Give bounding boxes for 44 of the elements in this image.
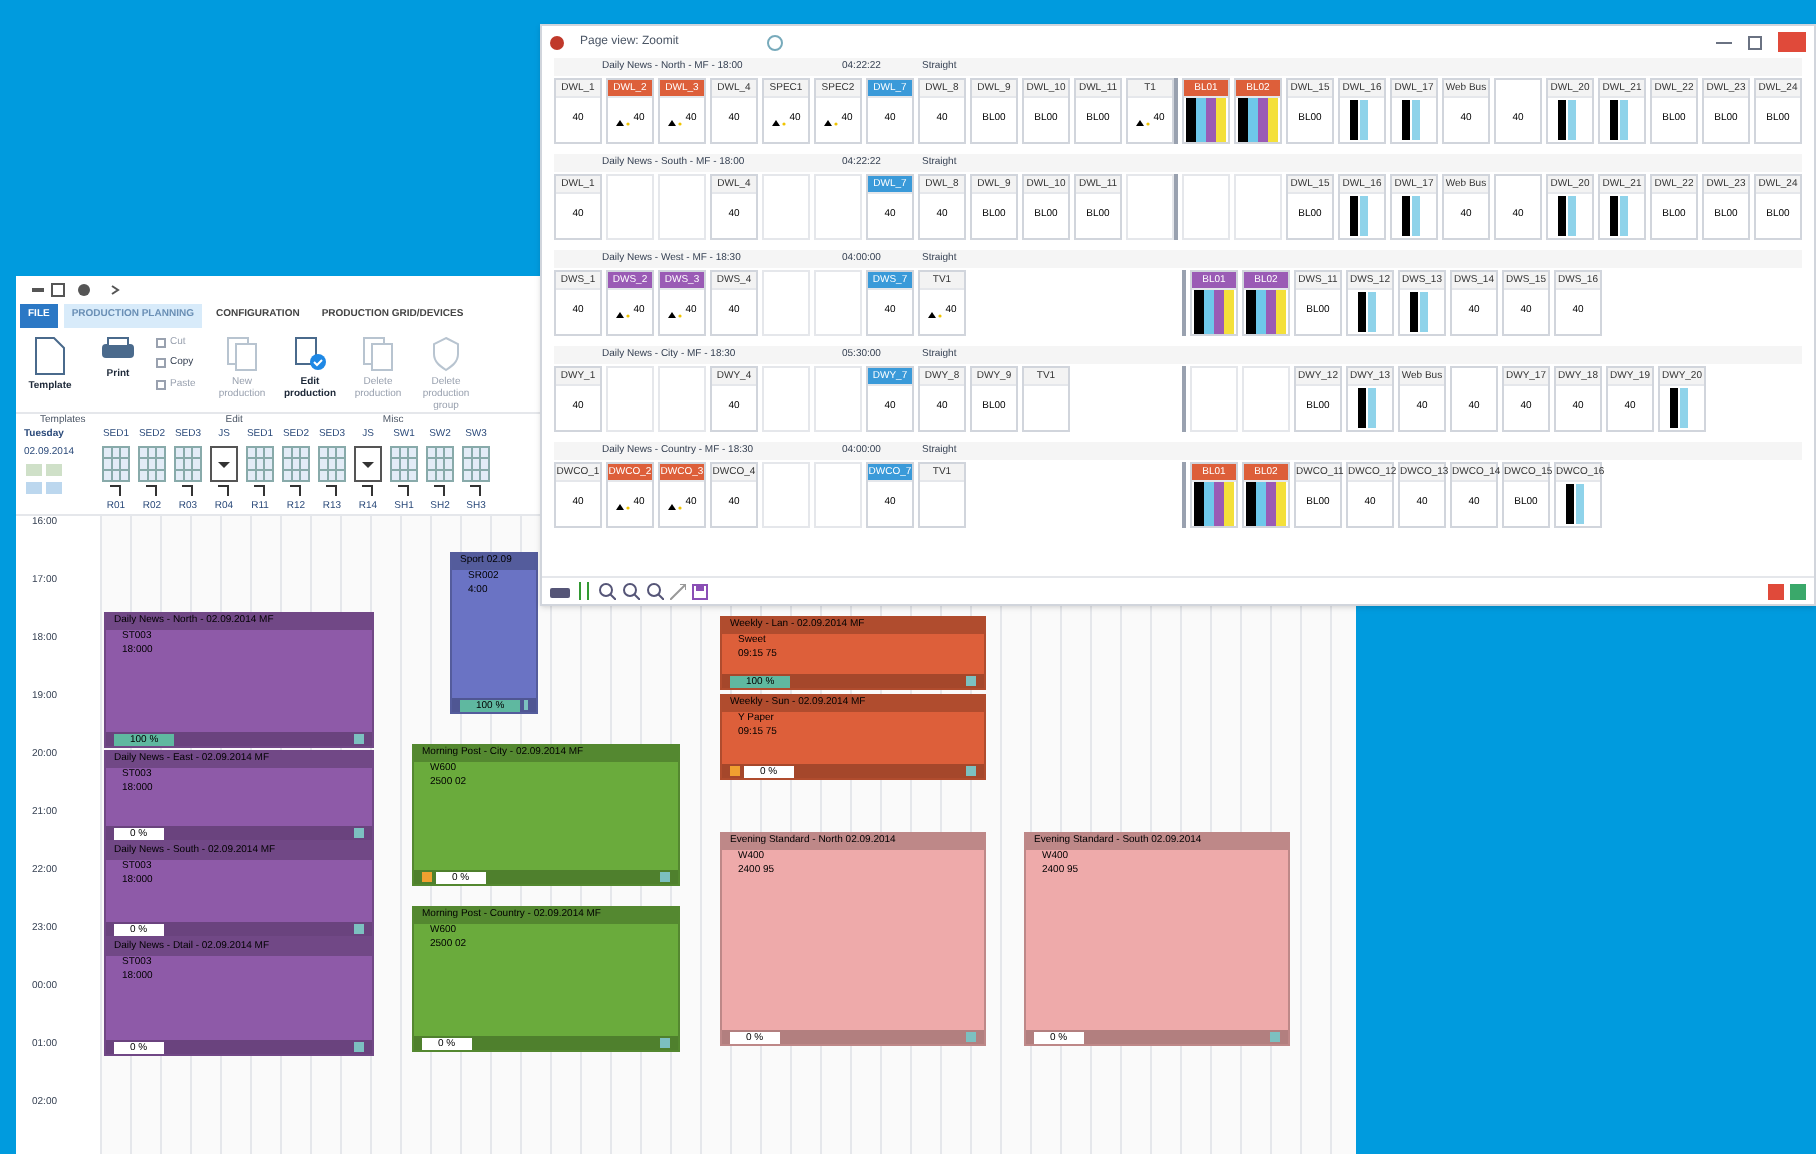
document-check-icon xyxy=(292,335,328,371)
color-bars-icon xyxy=(1186,98,1226,142)
checkbox-icon xyxy=(156,358,166,369)
checkbox-icon xyxy=(156,379,166,390)
status-icon xyxy=(354,734,364,744)
dropdown-icon xyxy=(210,445,238,481)
grid-icon xyxy=(174,445,202,481)
status-icon xyxy=(1270,1032,1280,1042)
documents-icon xyxy=(224,335,260,371)
grid-icon xyxy=(426,445,454,481)
confirm-icon[interactable] xyxy=(1790,583,1806,599)
status-icon xyxy=(660,872,670,882)
cancel-icon[interactable] xyxy=(1768,583,1784,599)
zoom-in-icon[interactable] xyxy=(598,582,616,600)
color-bars-icon xyxy=(1194,482,1234,526)
search-icon[interactable] xyxy=(646,582,664,600)
color-bars-icon xyxy=(1246,482,1286,526)
document-icon xyxy=(34,335,66,375)
color-bars-icon xyxy=(1238,98,1278,142)
grid-icon xyxy=(246,445,274,481)
status-icon xyxy=(966,1032,976,1042)
status-icon xyxy=(966,676,976,686)
status-icon xyxy=(354,924,364,934)
fit-icon[interactable] xyxy=(670,583,686,599)
checkbox-icon xyxy=(156,337,166,348)
status-icon xyxy=(354,828,364,838)
maximize-button[interactable] xyxy=(1748,35,1762,49)
grid-icon xyxy=(282,445,310,481)
color-bars-icon xyxy=(1194,290,1234,334)
shield-icon xyxy=(430,335,462,371)
grid-icon xyxy=(138,445,166,481)
grid-icon xyxy=(102,445,130,481)
status-icon xyxy=(354,1042,364,1052)
save-icon[interactable] xyxy=(692,583,708,599)
grid-icon xyxy=(318,445,346,481)
dropdown-icon xyxy=(354,445,382,481)
app-icon xyxy=(550,35,564,49)
grid-icon xyxy=(462,445,490,481)
status-icon xyxy=(966,766,976,776)
color-bars-icon xyxy=(1246,290,1286,334)
documents-icon xyxy=(360,335,396,371)
grid-icon xyxy=(390,445,418,481)
status-icon xyxy=(660,1038,670,1048)
zoom-out-icon[interactable] xyxy=(622,582,640,600)
